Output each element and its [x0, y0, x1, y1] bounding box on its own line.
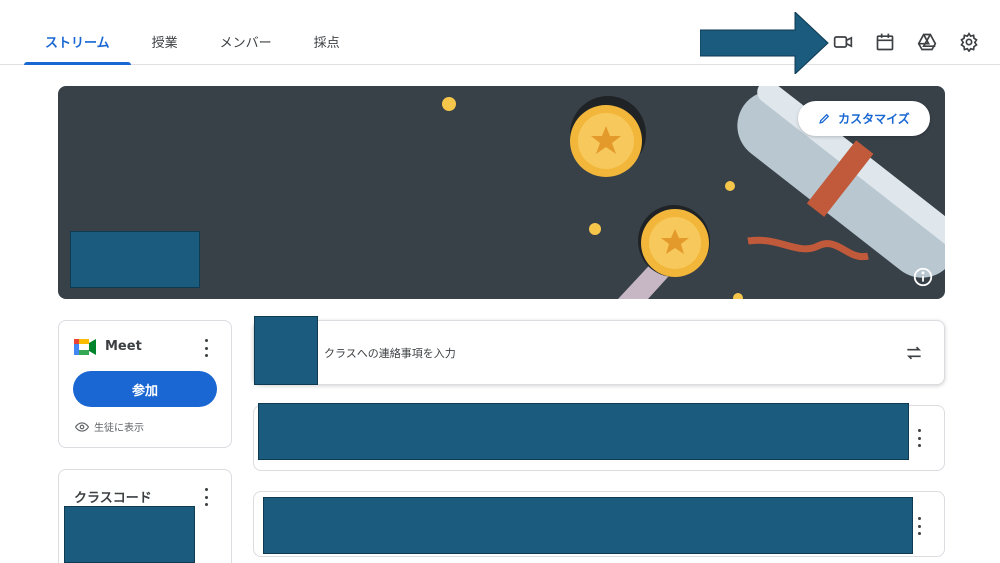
annotation-arrow	[700, 12, 829, 74]
toolbar-icons	[832, 31, 980, 53]
meet-logo-icon	[74, 339, 96, 355]
tab-classwork[interactable]: 授業	[131, 20, 199, 65]
class-code-title: クラスコード	[74, 491, 152, 506]
redacted-avatar	[254, 316, 318, 385]
redacted-class-code	[64, 506, 195, 563]
tab-people[interactable]: メンバー	[199, 20, 293, 65]
pencil-icon	[819, 113, 830, 124]
repost-icon[interactable]	[904, 343, 924, 363]
meet-title: Meet	[105, 339, 142, 354]
announcement-composer[interactable]: クラスへの連絡事項を入力	[253, 320, 945, 385]
video-camera-icon[interactable]	[832, 31, 854, 53]
tab-stream[interactable]: ストリーム	[24, 20, 131, 65]
customize-label: カスタマイズ	[838, 112, 910, 126]
join-button[interactable]: 参加	[73, 371, 217, 407]
redacted-post-content	[258, 403, 909, 460]
info-icon[interactable]	[912, 266, 934, 288]
meet-card: Meet 参加 生徒に表示	[58, 320, 232, 448]
settings-gear-icon[interactable]	[958, 31, 980, 53]
tab-grades[interactable]: 採点	[293, 20, 361, 65]
redacted-post-content	[263, 497, 913, 554]
visible-to-students: 生徒に表示	[75, 419, 144, 434]
customize-button[interactable]: カスタマイズ	[798, 101, 930, 136]
meet-more-options-icon[interactable]	[202, 339, 210, 357]
visible-label: 生徒に表示	[94, 423, 144, 434]
redacted-class-title	[70, 231, 200, 288]
tab-bar: ストリーム 授業 メンバー 採点	[24, 20, 361, 65]
post-more-options-icon[interactable]	[915, 517, 923, 535]
drive-icon[interactable]	[916, 31, 938, 53]
post-more-options-icon[interactable]	[915, 429, 923, 447]
class-code-more-options-icon[interactable]	[202, 488, 210, 506]
eye-icon	[75, 421, 89, 432]
calendar-icon[interactable]	[874, 31, 896, 53]
announcement-input[interactable]: クラスへの連絡事項を入力	[324, 345, 456, 361]
